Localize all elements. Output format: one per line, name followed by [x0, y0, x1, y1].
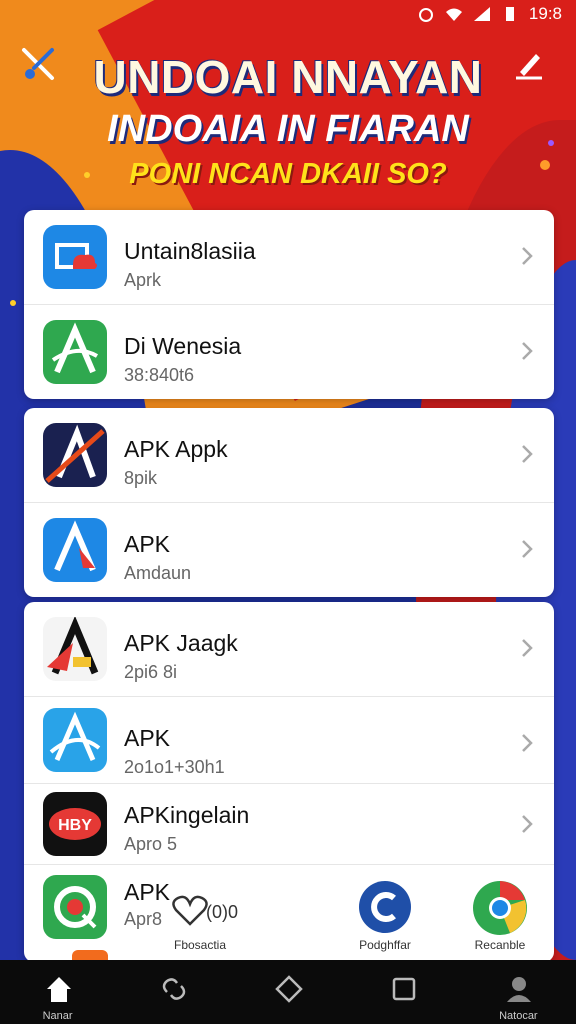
chevron-right-icon: [522, 445, 533, 463]
signal-icon: [473, 7, 490, 21]
chrome-like-icon: [473, 881, 527, 935]
hby-app-icon: HBY: [43, 792, 107, 856]
nav-center[interactable]: [252, 960, 324, 1024]
list-item[interactable]: Untain8lasiia Aprk: [24, 210, 554, 305]
list-item[interactable]: APK Appk 8pik: [24, 408, 554, 503]
app-subtitle: Apr8: [124, 909, 163, 929]
app-subtitle: Aprk: [124, 270, 162, 290]
chevron-right-icon: [522, 540, 533, 558]
app-title: APK Jaagk: [124, 630, 238, 656]
sky-a-app-icon: [43, 708, 107, 772]
green-a-app-icon: [43, 320, 107, 384]
link-icon: [162, 978, 186, 1000]
person-icon: [507, 977, 532, 1002]
nav-label: Nanar: [42, 1010, 73, 1022]
chevron-right-icon: [522, 639, 533, 657]
app-subtitle: 38:840t6: [124, 365, 195, 385]
overlay-app-label: Fbosactia: [173, 938, 227, 952]
app-subtitle: Apro 5: [124, 834, 178, 854]
list-item[interactable]: APK 2o1o1+30h1: [24, 697, 554, 784]
heart-outline-icon: [172, 895, 208, 926]
app-subtitle: 2o1o1+30h1: [124, 757, 225, 777]
chevron-right-icon: [522, 247, 533, 265]
app-title: Untain8lasiia: [124, 238, 256, 264]
nav-profile[interactable]: Natocar: [482, 960, 554, 1024]
list-item[interactable]: HBY APKingelain Apro 5: [24, 784, 554, 865]
app-subtitle: 8pik: [124, 468, 158, 488]
list-item[interactable]: Di Wenesia 38:840t6: [24, 305, 554, 399]
app-card-group: Untain8lasiia Aprk Di Wenesia 38:840t6: [24, 210, 554, 399]
bottom-navigation: Nanar Natocar: [0, 960, 576, 1024]
home-icon: [46, 977, 71, 1002]
overlay-value: (0)0: [206, 902, 239, 922]
battery-icon: [505, 7, 514, 21]
nav-recents[interactable]: [367, 960, 439, 1024]
nav-link[interactable]: [137, 960, 209, 1024]
app-title: APK: [124, 531, 171, 557]
blue-a-app-icon: [43, 518, 107, 582]
nav-home[interactable]: Nanar: [22, 960, 94, 1024]
page-title: UNDOAI NNAYAN: [93, 51, 483, 103]
overlay-app-2[interactable]: Podghffar: [350, 880, 420, 956]
app-subtitle: 2pi6 8i: [124, 662, 178, 682]
overlay-app-label: Recanble: [474, 938, 526, 952]
page-tagline: PONI NCAN DKAII SO?: [129, 158, 447, 190]
app-title: APK: [124, 725, 171, 751]
overlay-app-3[interactable]: Recanble: [462, 880, 538, 956]
status-time: 19:8: [528, 4, 562, 23]
blue-c-app-icon: [359, 881, 411, 933]
page-subtitle: INDOAIA IN FIARAN: [107, 108, 469, 150]
svg-text:HBY: HBY: [58, 817, 92, 834]
list-item[interactable]: APK Amdaun: [24, 503, 554, 597]
nav-label: Natocar: [499, 1010, 538, 1022]
chevron-right-icon: [522, 815, 533, 833]
navy-a-app-icon: [43, 423, 107, 487]
app-title: APK Appk: [124, 436, 228, 462]
overlay-app-label: Podghffar: [359, 938, 411, 952]
wifi-icon: [445, 8, 462, 21]
status-bar: 19:8: [417, 0, 562, 28]
list-item[interactable]: APK Jaagk 2pi6 8i: [24, 602, 554, 697]
square-icon: [392, 977, 416, 1001]
cloud-app-icon: [43, 225, 107, 289]
app-subtitle: Amdaun: [124, 563, 192, 583]
red-a-app-icon: [43, 617, 107, 681]
app-card-group: APK Appk 8pik APK Amdaun: [24, 408, 554, 597]
app-title: APKingelain: [124, 802, 250, 828]
green-target-app-icon: [43, 875, 107, 939]
home-diamond-icon: [275, 975, 303, 1003]
overlay-app-1[interactable]: (0)0 Fbosactia: [160, 892, 250, 956]
chevron-right-icon: [522, 734, 533, 752]
chevron-right-icon: [522, 342, 533, 360]
app-title: Di Wenesia: [124, 333, 242, 359]
alarm-icon: [418, 8, 433, 22]
